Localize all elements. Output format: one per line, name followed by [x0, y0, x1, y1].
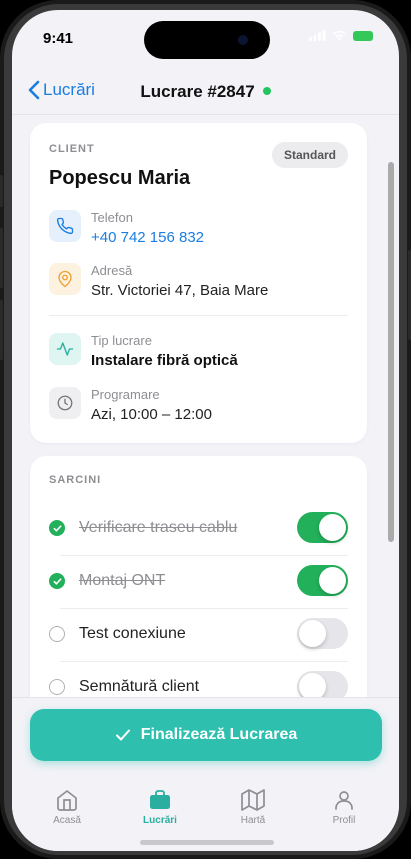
tasks-card: SARCINI Verificare traseu cablu Montaj O…: [30, 456, 367, 697]
address-value: Str. Victoriei 47, Baia Mare: [91, 282, 269, 299]
side-button: [0, 175, 3, 207]
phone-link[interactable]: +40 742 156 832: [91, 229, 204, 246]
finish-job-button[interactable]: Finalizează Lucrarea: [30, 709, 382, 761]
status-time: 9:41: [43, 30, 74, 47]
tab-jobs-label: Lucrări: [143, 815, 177, 826]
nav-bar: Lucrări Lucrare #2847: [12, 78, 399, 108]
task-toggle[interactable]: [297, 671, 348, 697]
dynamic-island: [144, 21, 270, 59]
task-label: Semnătură client: [79, 678, 200, 695]
task-item[interactable]: Montaj ONT: [49, 555, 348, 608]
checkmark-icon: [115, 729, 130, 741]
content-scroll[interactable]: CLIENT Standard Popescu Maria Telefon +4…: [12, 115, 399, 697]
camera-icon: [238, 35, 248, 45]
client-name: Popescu Maria: [49, 167, 191, 189]
clock-icon: [49, 387, 81, 419]
tab-profile-label: Profil: [332, 815, 356, 826]
plan-badge: Standard: [271, 142, 348, 168]
phone-frame: 9:41 Lucrări Lucrare #2847 CLIENT Standa…: [0, 0, 411, 859]
task-toggle[interactable]: [297, 618, 348, 649]
work-type-row: Tip lucrare Instalare fibră optică: [49, 333, 348, 377]
task-label: Verificare traseu cablu: [79, 519, 238, 536]
scrollbar[interactable]: [388, 162, 394, 542]
tasks-section-label: SARCINI: [49, 474, 102, 486]
tab-home-label: Acasă: [53, 815, 81, 826]
status-dot: [262, 86, 271, 95]
battery-icon: [353, 30, 373, 41]
toggle-knob: [299, 620, 326, 647]
tab-jobs[interactable]: Lucrări: [120, 788, 200, 826]
signal-icon: [309, 30, 326, 41]
schedule-label: Programare: [91, 387, 160, 402]
page-title: Lucrare #2847: [12, 82, 399, 102]
task-label: Montaj ONT: [79, 572, 166, 589]
tab-home[interactable]: Acasă: [27, 788, 107, 826]
map-pin-icon: [49, 263, 81, 295]
tab-map-label: Hartă: [240, 815, 266, 826]
phone-icon: [49, 210, 81, 242]
toggle-knob: [319, 514, 346, 541]
work-type-label: Tip lucrare: [91, 333, 152, 348]
user-icon: [335, 791, 353, 810]
tab-map[interactable]: Hartă: [213, 788, 293, 826]
volume-up-button: [0, 228, 3, 288]
client-card: CLIENT Standard Popescu Maria Telefon +4…: [30, 123, 367, 443]
toggle-knob: [319, 567, 346, 594]
task-label: Test conexiune: [79, 625, 186, 642]
screen: 9:41 Lucrări Lucrare #2847 CLIENT Standa…: [12, 10, 399, 851]
phone-row[interactable]: Telefon +40 742 156 832: [49, 210, 348, 254]
task-toggle[interactable]: [297, 512, 348, 543]
empty-circle-icon: [49, 679, 65, 695]
task-item[interactable]: Semnătură client: [49, 661, 348, 697]
wifi-icon: [332, 30, 347, 41]
empty-circle-icon: [49, 626, 65, 642]
home-indicator[interactable]: [140, 840, 274, 845]
client-divider: [49, 315, 348, 316]
check-circle-icon: [49, 520, 65, 536]
page-title-text: Lucrare #2847: [140, 82, 255, 101]
volume-down-button: [0, 300, 3, 360]
finish-job-label: Finalizează Lucrarea: [140, 726, 298, 743]
address-label: Adresă: [91, 263, 133, 278]
check-circle-icon: [49, 573, 65, 589]
schedule-value: Azi, 10:00 – 12:00: [91, 406, 212, 423]
bottom-area: Finalizează Lucrarea Acasă Lucrări Hartă: [12, 697, 399, 851]
briefcase-icon: [150, 790, 170, 809]
task-toggle[interactable]: [297, 565, 348, 596]
tab-profile[interactable]: Profil: [304, 788, 384, 826]
work-type-value: Instalare fibră optică: [91, 352, 238, 369]
task-item[interactable]: Test conexiune: [49, 608, 348, 661]
address-row: Adresă Str. Victoriei 47, Baia Mare: [49, 263, 348, 307]
activity-icon: [49, 333, 81, 365]
status-icons: [309, 30, 373, 41]
home-icon: [57, 790, 77, 811]
schedule-row: Programare Azi, 10:00 – 12:00: [49, 387, 348, 431]
toggle-knob: [299, 673, 326, 697]
phone-label: Telefon: [91, 210, 133, 225]
client-section-label: CLIENT: [49, 143, 95, 155]
map-icon: [241, 789, 265, 811]
task-item[interactable]: Verificare traseu cablu: [49, 502, 348, 555]
